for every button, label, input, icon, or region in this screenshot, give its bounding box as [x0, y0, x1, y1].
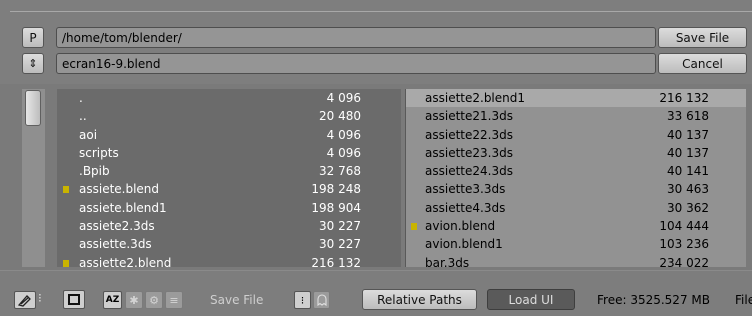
file-row[interactable]: assiette4.3ds 30 362: [406, 199, 746, 217]
file-name: assiette2.blend1: [425, 91, 526, 105]
trailing-file-label: File: [735, 293, 752, 307]
file-size: 4 096: [326, 145, 361, 160]
file-size: 198 248: [311, 182, 361, 197]
file-name: scripts: [79, 145, 119, 160]
file-name: assiette3.3ds: [425, 182, 506, 197]
file-name: assiette22.3ds: [425, 127, 513, 142]
file-row[interactable]: assiette24.3ds 40 141: [406, 162, 746, 180]
file-row[interactable]: assiette3.3ds 30 463: [406, 180, 746, 198]
footer-save-file-label: Save File: [210, 293, 264, 307]
save-file-label: Save File: [675, 30, 730, 45]
filename-text: ecran16-9.blend: [62, 56, 161, 71]
file-size: 216 132: [311, 255, 361, 267]
file-row[interactable]: .Bpib 32 768: [57, 162, 401, 180]
relative-paths-label: Relative Paths: [377, 292, 462, 307]
file-size: 40 141: [667, 164, 709, 179]
sort-alpha-label: AZ: [105, 295, 120, 305]
file-size: 40 137: [667, 145, 709, 160]
parent-dir-button[interactable]: P: [22, 27, 44, 48]
load-ui-label: Load UI: [508, 292, 554, 307]
sort-alphabetical-icon[interactable]: AZ: [103, 291, 122, 309]
file-row[interactable]: assiete.blend 198 248: [57, 180, 401, 198]
directory-menu-stepper[interactable]: ⇕: [22, 53, 44, 74]
file-name: assiette23.3ds: [425, 145, 513, 160]
file-size: 104 444: [659, 219, 709, 234]
file-size: 234 022: [659, 255, 709, 267]
cancel-label: Cancel: [682, 56, 723, 71]
file-row[interactable]: .. 20 480: [57, 107, 401, 125]
file-name: assiette.3ds: [79, 237, 152, 252]
file-list-right-column: assiette2.blend1 216 132 assiette21.3ds 33 …: [405, 89, 746, 267]
file-name: ..: [79, 109, 87, 124]
file-size: 198 904: [311, 200, 361, 215]
load-ui-toggle[interactable]: Load UI: [487, 289, 575, 310]
file-name: assiete.blend: [79, 182, 160, 197]
sort-extension-icon[interactable]: ≡: [165, 291, 183, 309]
file-name: assiette21.3ds: [425, 109, 513, 124]
file-name: assiette24.3ds: [425, 164, 513, 179]
file-size: 33 618: [667, 109, 709, 124]
file-row[interactable]: avion.blend 104 444: [406, 217, 746, 235]
filter-icon[interactable]: [14, 291, 36, 309]
scrollbar-thumb[interactable]: [25, 90, 41, 126]
file-name: bar.3ds: [425, 255, 470, 267]
file-name: assiette2.blend: [79, 255, 172, 267]
ghost-icon[interactable]: [313, 291, 330, 309]
sort-size-icon[interactable]: ⚙: [145, 291, 163, 309]
sort-time-icon[interactable]: ✱: [125, 291, 143, 309]
file-size: 4 096: [326, 91, 361, 105]
file-size: 103 236: [659, 237, 709, 252]
file-row[interactable]: assiete.blend1 198 904: [57, 199, 401, 217]
directory-path-text: /home/tom/blender/: [62, 30, 182, 45]
cancel-button[interactable]: Cancel: [658, 53, 747, 74]
file-name: avion.blend1: [425, 237, 503, 252]
file-size: 40 137: [667, 127, 709, 142]
save-file-button[interactable]: Save File: [658, 27, 747, 48]
file-name: .Bpib: [79, 164, 110, 179]
header-divider: [10, 11, 752, 12]
file-name: aoi: [79, 127, 98, 142]
file-name: assiette4.3ds: [425, 200, 506, 215]
file-row[interactable]: assiette2.blend1 216 132: [406, 89, 746, 108]
file-row[interactable]: assiette22.3ds 40 137: [406, 126, 746, 144]
file-row[interactable]: bar.3ds 234 022: [406, 254, 746, 267]
file-row[interactable]: aoi 4 096: [57, 126, 401, 144]
blend-file-icon: [411, 223, 417, 231]
file-name: avion.blend: [425, 219, 496, 234]
file-name: .: [79, 91, 83, 105]
file-size: 216 132: [659, 91, 709, 105]
hide-dot-files-icon[interactable]: [63, 290, 85, 309]
parent-dir-label: P: [29, 30, 37, 45]
file-name: assiete2.3ds: [79, 219, 155, 234]
file-row[interactable]: assiete2.3ds 30 227: [57, 217, 401, 235]
file-row[interactable]: assiette2.blend 216 132: [57, 254, 401, 267]
list-view-icon[interactable]: ⁝: [294, 291, 311, 309]
file-size: 4 096: [326, 127, 361, 142]
directory-path-field[interactable]: /home/tom/blender/: [56, 27, 656, 48]
blend-file-icon: [63, 186, 69, 194]
file-list-left-column: . 4 096.. 20 480 aoi 4 096 scripts 4 096 .Bpib 3…: [57, 89, 401, 267]
free-space-label: Free: 3525.527 MB: [597, 293, 710, 307]
file-size: 30 227: [319, 219, 361, 234]
file-row[interactable]: assiette.3ds 30 227: [57, 235, 401, 253]
file-row[interactable]: . 4 096: [57, 89, 401, 107]
file-row[interactable]: assiette23.3ds 40 137: [406, 144, 746, 162]
filename-field[interactable]: ecran16-9.blend: [56, 53, 656, 74]
file-row[interactable]: assiette21.3ds 33 618: [406, 107, 746, 125]
file-size: 30 227: [319, 237, 361, 252]
filter-menu-caret-icon[interactable]: ⁝: [38, 291, 42, 305]
blend-file-icon: [63, 259, 69, 267]
file-size: 20 480: [319, 109, 361, 124]
file-row[interactable]: avion.blend1 103 236: [406, 235, 746, 253]
relative-paths-button[interactable]: Relative Paths: [362, 289, 477, 310]
file-size: 32 768: [319, 164, 361, 179]
file-row[interactable]: scripts 4 096: [57, 144, 401, 162]
file-size: 30 362: [667, 200, 709, 215]
file-size: 30 463: [667, 182, 709, 197]
updown-arrows-icon: ⇕: [28, 57, 38, 70]
file-name: assiete.blend1: [79, 200, 167, 215]
